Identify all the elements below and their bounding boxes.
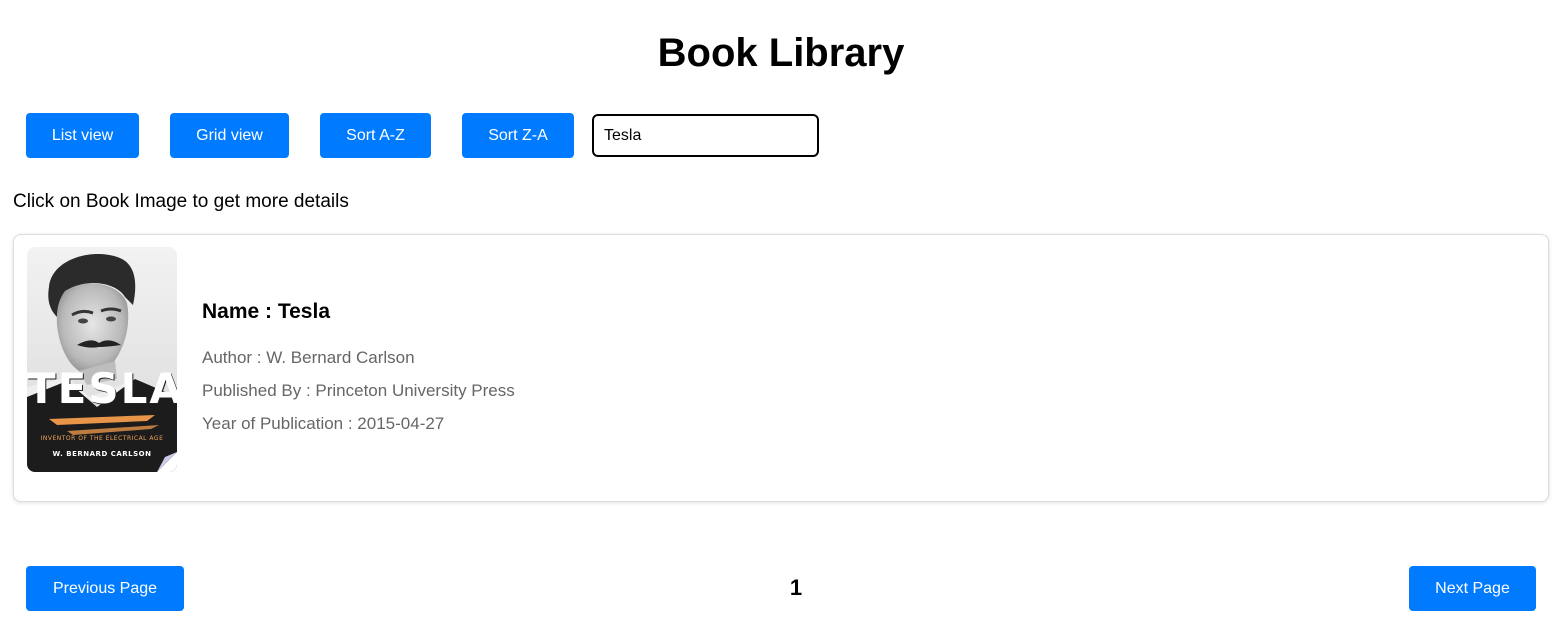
book-author: Author : W. Bernard Carlson (202, 348, 415, 367)
book-cover-image[interactable]: TESLA INVENTOR OF THE ELECTRICAL AGE W. … (27, 247, 177, 472)
cover-title: TESLA (27, 364, 177, 413)
search-input[interactable] (592, 114, 819, 157)
previous-page-button[interactable]: Previous Page (26, 566, 184, 611)
book-card: TESLA INVENTOR OF THE ELECTRICAL AGE W. … (13, 234, 1549, 502)
details-hint: Click on Book Image to get more details (13, 191, 349, 212)
book-publisher: Published By : Princeton University Pres… (202, 381, 515, 400)
cover-subtitle: INVENTOR OF THE ELECTRICAL AGE (40, 435, 164, 442)
next-page-button[interactable]: Next Page (1409, 566, 1536, 611)
page-title: Book Library (657, 31, 905, 75)
grid-view-button[interactable]: Grid view (170, 113, 289, 158)
book-year: Year of Publication : 2015-04-27 (202, 414, 445, 433)
book-library-page: Book Library List view Grid view Sort A-… (0, 0, 1556, 625)
cover-author: W. BERNARD CARLSON (52, 450, 152, 458)
sort-az-button[interactable]: Sort A-Z (320, 113, 431, 158)
current-page-number: 1 (789, 575, 803, 600)
sort-za-button[interactable]: Sort Z-A (462, 113, 574, 158)
book-details: Name : Tesla Author : W. Bernard Carlson… (202, 299, 515, 440)
list-view-button[interactable]: List view (26, 113, 139, 158)
book-name: Name : Tesla (202, 300, 330, 323)
